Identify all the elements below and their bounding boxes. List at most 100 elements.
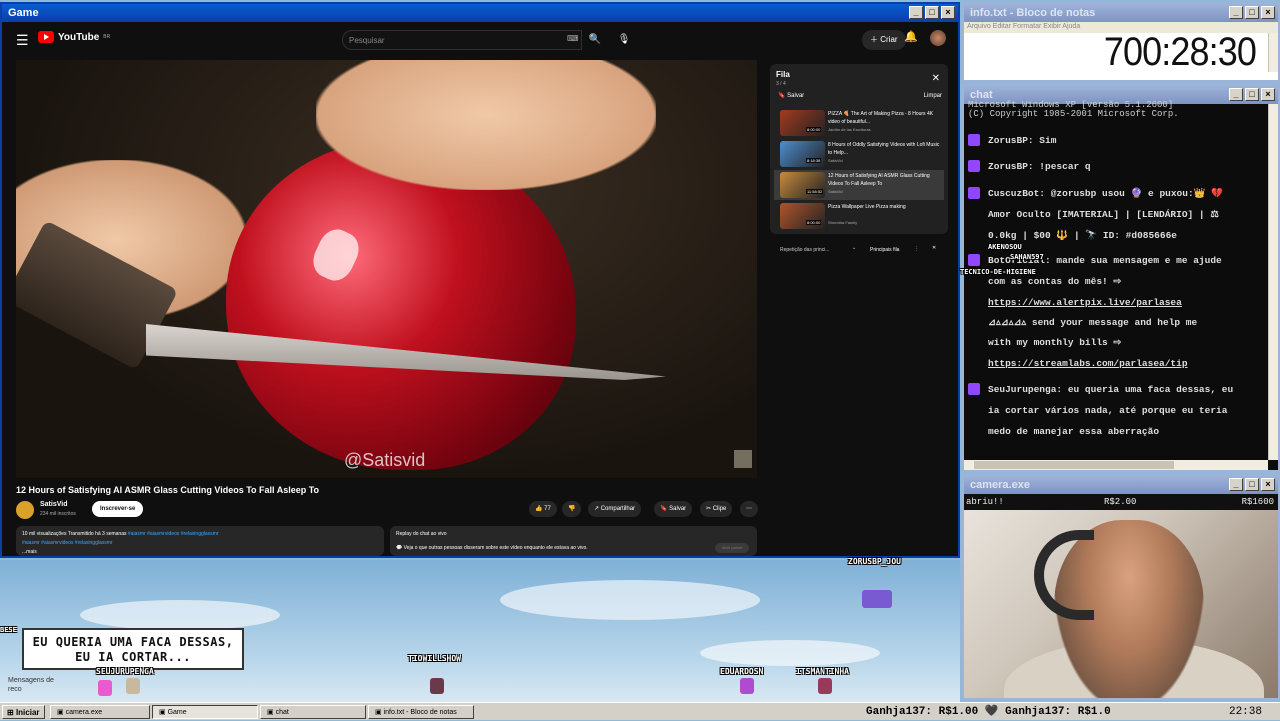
microphone-icon[interactable]: 🎙 (614, 30, 634, 50)
queue-clear-button[interactable]: Limpar (924, 93, 942, 99)
description-tags[interactable]: #aiasmr #aiasmrvideos #relaxingglassmr (128, 531, 219, 537)
notepad-titlebar[interactable]: info.txt - Bloco de notas _ □ × (964, 4, 1278, 22)
close-button[interactable]: × (1261, 478, 1275, 491)
chat-replay-title: Replay do chat ao vivo (396, 531, 447, 537)
chat-message: https://www.alertpix.live/parlasea (968, 292, 1263, 313)
overlay-username: SEUJURUPENGA (96, 667, 154, 676)
taskbar: ⊞ Iniciar ▣ camera.exe ▣ Game ▣ chat ▣ i… (0, 702, 1280, 720)
vertical-scrollbar[interactable] (1268, 33, 1278, 72)
camera-titlebar[interactable]: camera.exe _ □ × (964, 476, 1278, 494)
video-watermark: @Satisvid (344, 450, 426, 470)
queue-item[interactable]: 8:00:00 PIZZA 🍕 The Art of Making Pizza -… (774, 108, 944, 138)
minimize-button[interactable]: _ (1229, 88, 1243, 101)
keyboard-icon[interactable]: ⌨ (567, 34, 579, 43)
maximize-button[interactable]: □ (925, 6, 939, 19)
channel-watermark-icon[interactable] (734, 450, 752, 468)
queue-item-title[interactable]: PIZZA 🍕 The Art of Making Pizza - 8 Hour… (828, 110, 940, 126)
taskbar-item-chat[interactable]: ▣ chat (260, 705, 366, 719)
chat-message-text[interactable]: https://www.alertpix.live/parlasea (988, 297, 1182, 308)
twitch-icon (968, 187, 980, 200)
task-label: info.txt - Bloco de notas (383, 709, 457, 716)
channel-avatar[interactable] (16, 501, 34, 519)
task-label: camera.exe (65, 709, 103, 716)
chat-message-text: ⊿▵⊿▵⊿▵ send your message and help me (988, 317, 1198, 328)
close-button[interactable]: × (941, 6, 955, 19)
taskbar-item-notepad[interactable]: ▣ info.txt - Bloco de notas (368, 705, 474, 719)
description-box[interactable]: 10 mil visualizações Transmitido há 3 se… (16, 526, 384, 556)
chat-replay-text: Veja o que outras pessoas disseram sobre… (403, 545, 588, 551)
minimize-button[interactable]: _ (1229, 6, 1243, 19)
queue-item[interactable]: 8:18:38 8 Hours of Oddly Satisfying Video… (774, 139, 944, 169)
chat-message: with my monthly bills ⇨ (968, 332, 1263, 353)
queue-item[interactable]: 11:58:52 12 Hours of Satisfying AI ASMR G… (774, 170, 944, 200)
chat-message-text: medo de manejar essa aberração (988, 426, 1160, 437)
maximize-button[interactable]: □ (1245, 88, 1259, 101)
channel-name[interactable]: SatisVid (40, 501, 68, 508)
more-vert-icon[interactable]: ⋮ (914, 246, 919, 252)
horizontal-scrollbar[interactable] (964, 460, 1268, 470)
share-button[interactable]: ↗ Compartilhar (588, 501, 642, 517)
maximize-button[interactable]: □ (1245, 6, 1259, 19)
overlay-username: ZORUSBP_JOU (848, 557, 901, 566)
create-button[interactable]: ＋ Criar (862, 30, 906, 50)
close-icon[interactable]: ✕ (932, 245, 936, 251)
queue-item-title[interactable]: 8 Hours of Oddly Satisfying Videos with … (828, 141, 940, 157)
description-more[interactable]: ...mais (22, 548, 378, 557)
pixel-avatar (862, 590, 892, 608)
maximize-button[interactable]: □ (1245, 478, 1259, 491)
game-window-titlebar[interactable]: Game _ □ × (2, 4, 958, 22)
dislike-button[interactable]: 👎 (562, 501, 582, 517)
queue-item-title[interactable]: Pizza Wallpaper Live Pizza making (828, 203, 940, 211)
queue-item-thumbnail[interactable] (780, 141, 825, 167)
queue-save-button[interactable]: 🔖 Salvar (778, 92, 804, 99)
search-input[interactable]: Pesquisar (342, 30, 582, 50)
taskbar-item-camera[interactable]: ▣ camera.exe (50, 705, 150, 719)
start-button[interactable]: ⊞ Iniciar (2, 705, 45, 719)
taskbar-item-game[interactable]: ▣ Game (152, 705, 258, 719)
queue-item-thumbnail[interactable] (780, 172, 825, 198)
minimize-button[interactable]: _ (1229, 478, 1243, 491)
chat-window: chat _ □ × Microsoft Windows XP [versão 5.… (960, 84, 1280, 472)
queue-count: 3 / 4 (776, 81, 786, 87)
cloud (500, 580, 760, 620)
queue-item-thumbnail[interactable] (780, 203, 825, 229)
create-label: Criar (880, 35, 898, 44)
search-icon[interactable]: 🔍 (585, 30, 605, 50)
like-button[interactable]: 👍 77 (529, 501, 557, 517)
video-player[interactable]: @Satisvid (16, 60, 757, 478)
queue-item-thumbnail[interactable] (780, 110, 825, 136)
description-tags-2[interactable]: #aiasmr #aiasmrvideos #relaxingglassmr (22, 539, 378, 548)
vertical-scrollbar[interactable] (1268, 104, 1278, 460)
donation-amount: R$2.00 (1104, 497, 1137, 507)
close-button[interactable]: × (1261, 6, 1275, 19)
more-actions-icon[interactable]: ⋯ (740, 501, 758, 517)
queue-item[interactable]: 8:00:00 Pizza Wallpaper Live Pizza making… (774, 201, 944, 231)
scroll-thumb[interactable] (974, 461, 1174, 469)
avatar[interactable] (930, 30, 946, 46)
subscribe-button[interactable]: Inscrever-se (92, 501, 144, 517)
chat-message-text: Amor Oculto [IMATERIAL] | [LENDÁRIO] | ⚖ (988, 209, 1219, 220)
video-hand-right (316, 60, 656, 190)
open-panel-button[interactable]: Abrir painel (715, 543, 749, 553)
minimize-button[interactable]: _ (909, 6, 923, 19)
save-button[interactable]: 🔖 Salvar (654, 501, 693, 517)
clip-label: Clipe (712, 506, 727, 512)
notepad-window: info.txt - Bloco de notas _ □ × Arquivo Ed… (962, 2, 1280, 82)
chevron-down-icon[interactable]: ⌄ (852, 245, 856, 251)
main-queue-label[interactable]: Principais fila (870, 247, 899, 253)
chat-message-text[interactable]: https://streamlabs.com/parlasea/tip (988, 358, 1188, 369)
playlist-bar: Repetição das princi... ⌄ Principais fil… (770, 244, 948, 260)
menu-icon[interactable]: ☰ (16, 32, 29, 49)
game-window: Game _ □ × ☰ YouTube BR Pesquisar ⌨ 🔍 🎙 ＋ C… (0, 2, 960, 558)
playlist-label[interactable]: Repetição das princi... (780, 247, 829, 253)
chat-message-text: ZorusBP: !pescar q (988, 161, 1091, 172)
queue-item-title[interactable]: 12 Hours of Satisfying AI ASMR Glass Cut… (828, 172, 940, 188)
youtube-logo[interactable]: YouTube BR (38, 31, 110, 43)
task-label: Game (167, 709, 187, 716)
description-stats: 10 mil visualizações Transmitido há 3 se… (22, 531, 127, 537)
close-icon[interactable]: ✕ (932, 73, 940, 84)
bell-icon[interactable]: 🔔 (904, 30, 918, 43)
clip-button[interactable]: ✂ Clipe (700, 501, 733, 517)
close-button[interactable]: × (1261, 88, 1275, 101)
overlay-username: EDUARDOSN (720, 667, 764, 676)
